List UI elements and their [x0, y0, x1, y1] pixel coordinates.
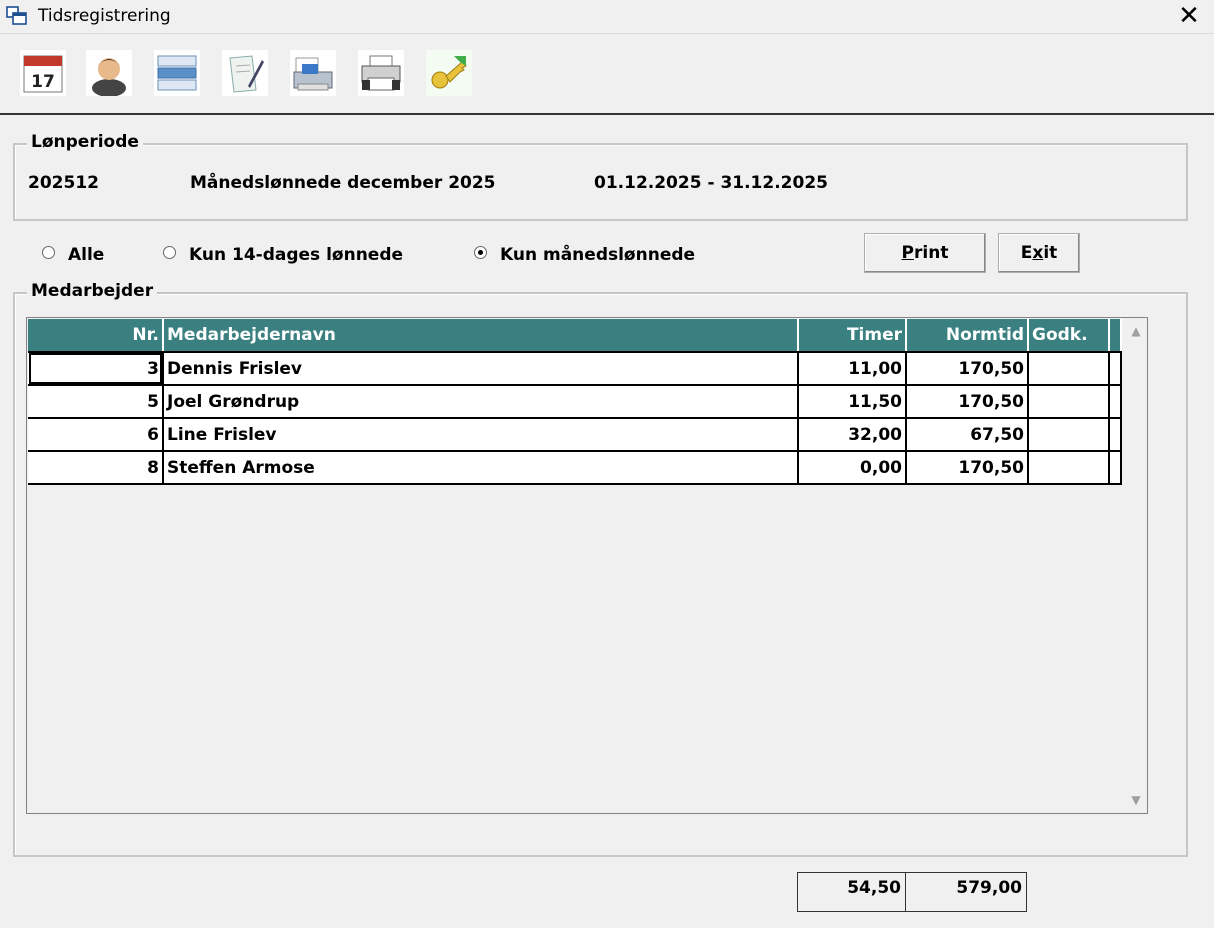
cell-nr[interactable]: 6	[28, 418, 164, 452]
cell-normtid[interactable]: 170,50	[906, 385, 1029, 419]
column-header-timer[interactable]: Timer	[798, 319, 907, 353]
scroll-down-arrow-icon[interactable]: ▼	[1128, 793, 1144, 809]
cell-name[interactable]: Line Frislev	[163, 418, 799, 452]
print-button[interactable]: Print	[864, 233, 986, 273]
cell-name[interactable]: Joel Grøndrup	[163, 385, 799, 419]
exit-button[interactable]: Exit	[998, 233, 1080, 273]
cell-normtid[interactable]: 170,50	[906, 451, 1029, 485]
radio-maanedslonnede[interactable]: Kun månedslønnede	[474, 245, 704, 267]
radio-alle[interactable]: Alle	[42, 245, 122, 267]
period-range: 01.12.2025 - 31.12.2025	[594, 173, 828, 193]
cell-godk[interactable]	[1028, 352, 1110, 386]
radio-alle-label: Alle	[68, 245, 105, 265]
scroll-up-arrow-icon[interactable]: ▲	[1128, 324, 1144, 340]
cell-name[interactable]: Dennis Frislev	[163, 352, 799, 386]
toolbar: 17	[0, 35, 1214, 115]
cell-timer[interactable]: 0,00	[798, 451, 907, 485]
cell-normtid[interactable]: 67,50	[906, 418, 1029, 452]
total-timer: 54,50	[797, 872, 906, 912]
printer-icon[interactable]	[358, 50, 404, 96]
cell-nr[interactable]: 3	[28, 352, 164, 386]
table-header-row: Nr. Medarbejdernavn Timer Normtid Godk.	[28, 319, 1122, 353]
table-row[interactable]: 6 Line Frislev 32,00 67,50	[28, 418, 1122, 452]
close-icon[interactable]: ✕	[1174, 2, 1204, 30]
column-header-nr[interactable]: Nr.	[28, 319, 164, 353]
items-list-icon[interactable]	[154, 50, 200, 96]
period-group-label: Lønperiode	[27, 132, 143, 152]
table-row[interactable]: 8 Steffen Armose 0,00 170,50	[28, 451, 1122, 485]
period-description: Månedslønnede december 2025	[190, 173, 496, 193]
employees-group-label: Medarbejder	[27, 281, 158, 301]
cell-godk[interactable]	[1028, 451, 1110, 485]
column-header-name[interactable]: Medarbejdernavn	[163, 319, 799, 353]
app-icon	[6, 6, 28, 26]
svg-text:17: 17	[31, 72, 55, 92]
key-icon[interactable]	[426, 50, 472, 96]
radio-maanedslonnede-label: Kun månedslønnede	[500, 245, 696, 265]
cell-timer[interactable]: 11,50	[798, 385, 907, 419]
cell-godk[interactable]	[1028, 418, 1110, 452]
table-row[interactable]: 5 Joel Grøndrup 11,50 170,50	[28, 385, 1122, 419]
column-header-spacer	[1109, 319, 1122, 353]
cell-normtid[interactable]: 170,50	[906, 352, 1029, 386]
table-row[interactable]: 3 Dennis Frislev 11,00 170,50	[28, 352, 1122, 386]
person-icon[interactable]	[86, 50, 132, 96]
cell-spacer	[1109, 418, 1122, 452]
cell-nr[interactable]: 8	[28, 451, 164, 485]
cell-timer[interactable]: 11,00	[798, 352, 907, 386]
radio-selected-dot	[478, 250, 483, 255]
document-edit-icon[interactable]	[222, 50, 268, 96]
cell-spacer	[1109, 451, 1122, 485]
scanner-icon[interactable]	[290, 50, 336, 96]
title-bar: Tidsregistrering ✕	[0, 0, 1214, 34]
radio-alle-circle[interactable]	[42, 246, 55, 259]
cell-timer[interactable]: 32,00	[798, 418, 907, 452]
calendar-icon[interactable]: 17	[20, 50, 66, 96]
cell-name[interactable]: Steffen Armose	[163, 451, 799, 485]
radio-maanedslonnede-circle[interactable]	[474, 246, 487, 259]
period-code: 202512	[28, 173, 99, 193]
radio-14-dages-label: Kun 14-dages lønnede	[189, 245, 404, 265]
employee-grid[interactable]: Nr. Medarbejdernavn Timer Normtid Godk. …	[26, 317, 1148, 814]
radio-14-dages-circle[interactable]	[163, 246, 176, 259]
column-header-godk[interactable]: Godk.	[1028, 319, 1110, 353]
employee-table: Nr. Medarbejdernavn Timer Normtid Godk. …	[28, 319, 1122, 485]
cell-spacer	[1109, 385, 1122, 419]
window-title: Tidsregistrering	[38, 6, 171, 26]
column-header-normtid[interactable]: Normtid	[906, 319, 1029, 353]
cell-godk[interactable]	[1028, 385, 1110, 419]
cell-nr[interactable]: 5	[28, 385, 164, 419]
total-normtid: 579,00	[905, 872, 1027, 912]
radio-14-dages[interactable]: Kun 14-dages lønnede	[163, 245, 403, 267]
cell-spacer	[1109, 352, 1122, 386]
